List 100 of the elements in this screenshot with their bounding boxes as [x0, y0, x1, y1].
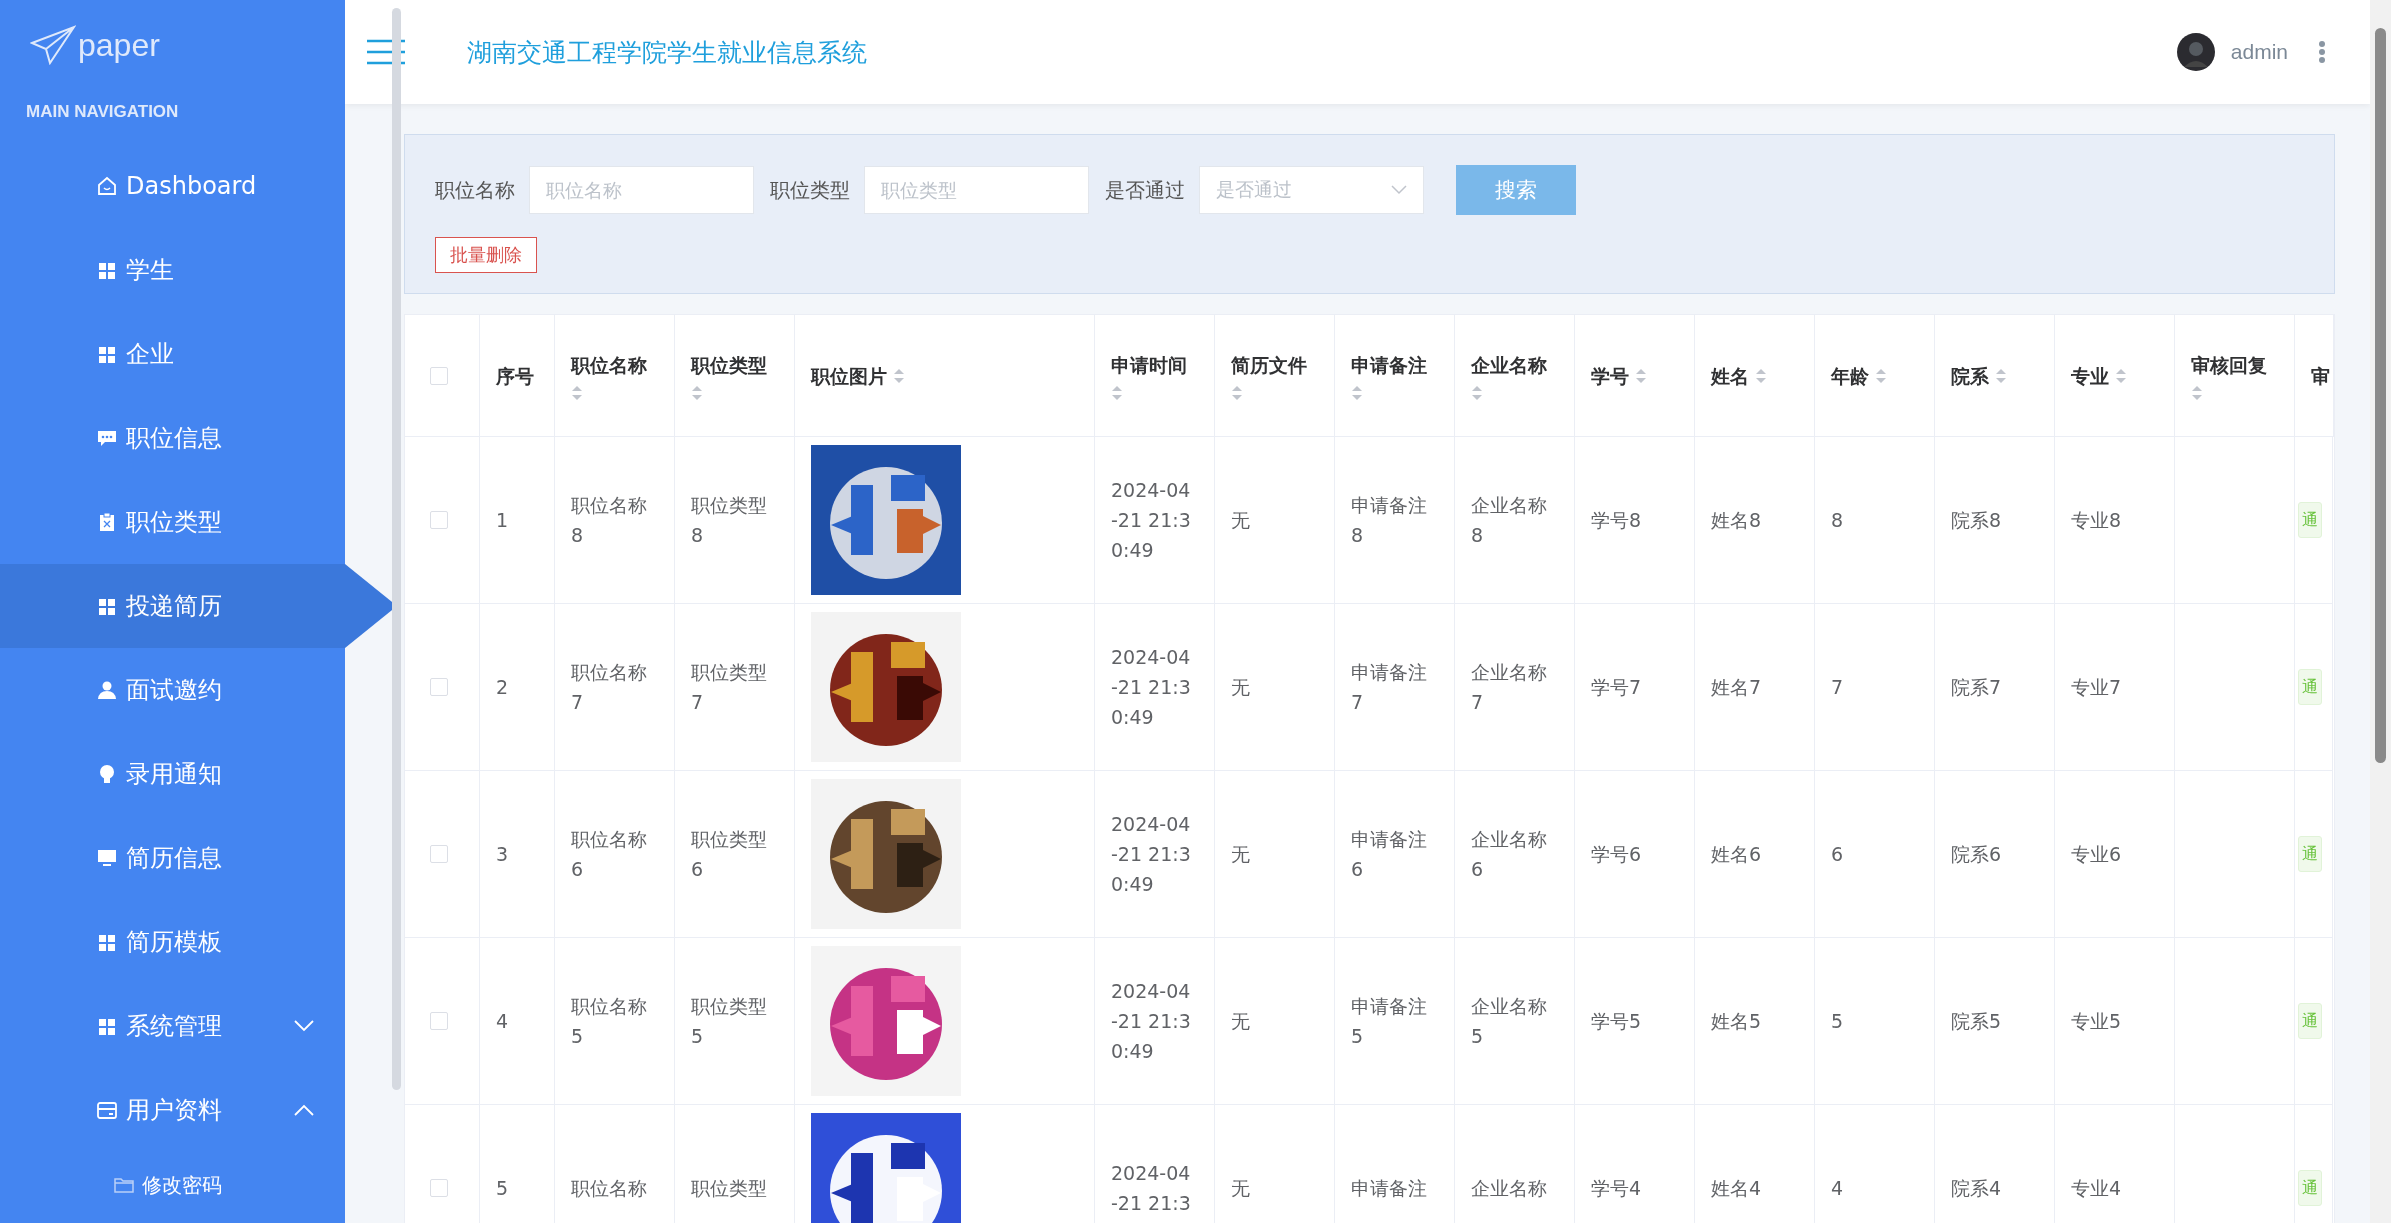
table-cell-text: 院系4 — [1951, 1176, 2002, 1201]
table-cell-text: 企业名称6 — [1471, 827, 1548, 882]
sort-icon[interactable] — [2115, 366, 2127, 385]
sidebar-item[interactable]: 系统管理 — [0, 984, 345, 1068]
sidebar-item[interactable]: Dashboard — [0, 144, 345, 228]
table-cell-text: 专业4 — [2071, 1176, 2122, 1201]
table-cell-text: 职位名称6 — [571, 827, 648, 882]
checkbox[interactable] — [430, 366, 448, 385]
sort-icon[interactable] — [1231, 383, 1243, 402]
sort-icon[interactable] — [571, 383, 583, 402]
checkbox[interactable] — [430, 1012, 448, 1030]
table-cell-text: 申请备注5 — [1351, 994, 1428, 1049]
table-cell-text: 职位类型 — [691, 1176, 767, 1201]
avatar[interactable] — [2176, 33, 2215, 71]
input-field[interactable]: 职位类型 — [864, 166, 1089, 214]
sidebar-item[interactable]: 面试邀约 — [0, 648, 345, 732]
column-header: 职位类型 — [691, 352, 767, 378]
sort-icon[interactable] — [1875, 366, 1887, 385]
table-cell-text: 6 — [1831, 842, 1844, 867]
status-tag: 通 — [2298, 1003, 2322, 1039]
table-cell-text: 企业名称5 — [1471, 994, 1548, 1049]
table-cell-text: 企业名称7 — [1471, 660, 1548, 715]
table-cell-text: 5 — [496, 1176, 509, 1201]
sort-icon[interactable] — [893, 366, 905, 385]
table-cell-text: 职位名称7 — [571, 660, 648, 715]
logo-text: paper — [78, 26, 160, 64]
sort-icon[interactable] — [1755, 366, 1767, 385]
table-cell-text: 职位类型8 — [691, 493, 768, 548]
more-icon[interactable] — [2318, 40, 2326, 64]
sort-icon[interactable] — [1995, 366, 2007, 385]
table-cell-text: 申请备注7 — [1351, 660, 1428, 715]
table-cell-text: 学号5 — [1591, 1009, 1642, 1034]
sidebar-item[interactable]: 职位信息 — [0, 396, 345, 480]
field-label: 职位名称 — [435, 176, 515, 204]
checkbox[interactable] — [430, 678, 448, 696]
input-field[interactable]: 职位名称 — [529, 166, 754, 214]
sidebar-scrollbar[interactable] — [392, 8, 401, 1090]
sort-icon[interactable] — [2191, 383, 2203, 402]
table-cell-text: 院系5 — [1951, 1009, 2002, 1034]
table-cell-text: 2024-04-21 21:30:49 — [1111, 645, 1192, 730]
column-header: 审核回复 — [2191, 352, 2267, 378]
status-tag: 通 — [2298, 1170, 2322, 1206]
column-header: 姓名 — [1711, 363, 1749, 389]
sort-icon[interactable] — [1471, 383, 1483, 402]
app-title: 湖南交通工程学院学生就业信息系统 — [467, 36, 868, 69]
table-cell-text: 3 — [496, 842, 509, 867]
table-cell-text: 专业7 — [2071, 675, 2122, 700]
chevron-down-icon — [293, 1019, 315, 1033]
search-button[interactable]: 搜索 — [1456, 165, 1576, 215]
column-header: 年龄 — [1831, 363, 1869, 389]
checkbox[interactable] — [430, 1179, 448, 1197]
sidebar-item[interactable]: 简历模板 — [0, 900, 345, 984]
sort-icon[interactable] — [1635, 366, 1647, 385]
column-header: 审 — [2311, 363, 2330, 389]
batch-delete-button[interactable]: 批量删除 — [435, 237, 537, 273]
table-cell-text: 职位类型6 — [691, 827, 768, 882]
table-cell-text: 专业8 — [2071, 508, 2122, 533]
status-tag: 通 — [2298, 669, 2322, 705]
table-cell-text: 无 — [1231, 1009, 1250, 1034]
sidebar-item[interactable]: 录用通知 — [0, 732, 345, 816]
menu-icon[interactable] — [367, 39, 405, 65]
table-cell-text: 职位类型5 — [691, 994, 768, 1049]
column-header: 院系 — [1951, 363, 1989, 389]
section-title: MAIN NAVIGATION — [25, 101, 180, 123]
column-header: 序号 — [496, 363, 534, 389]
home-icon — [96, 175, 118, 197]
table-cell-text: 申请备注8 — [1351, 493, 1428, 548]
table-cell-text: 企业名称8 — [1471, 493, 1548, 548]
select-field[interactable]: 是否通过 — [1199, 166, 1424, 214]
sort-icon[interactable] — [1111, 383, 1123, 402]
sidebar-item[interactable]: 简历信息 — [0, 816, 345, 900]
table-cell-text: 4 — [496, 1009, 509, 1034]
table-cell-text: 7 — [1831, 675, 1844, 700]
sidebar-item[interactable]: 用户资料 — [0, 1068, 345, 1152]
user-name[interactable]: admin — [2230, 40, 2288, 64]
checkbox[interactable] — [430, 845, 448, 863]
sidebar-item[interactable]: 职位类型 — [0, 480, 345, 564]
table-cell-text: 职位类型7 — [691, 660, 768, 715]
column-header: 企业名称 — [1471, 352, 1547, 378]
table-cell-text: 无 — [1231, 675, 1250, 700]
page-scrollbar[interactable] — [2370, 0, 2391, 1223]
sidebar-item[interactable]: 企业 — [0, 312, 345, 396]
sidebar-subitem[interactable]: 修改密码 — [0, 1152, 345, 1218]
table-cell-text: 学号4 — [1591, 1176, 1642, 1201]
table-cell-text: 无 — [1231, 508, 1250, 533]
sidebar-item[interactable]: 学生 — [0, 228, 345, 312]
table-cell-text: 2024-04-21 21:30:49 — [1111, 812, 1192, 897]
table-cell-text: 2024-04-21 21:3 — [1111, 1161, 1192, 1216]
table-cell-text: 院系7 — [1951, 675, 2002, 700]
table-cell-text: 学号6 — [1591, 842, 1642, 867]
checkbox[interactable] — [430, 511, 448, 529]
chevron-down-icon — [1391, 185, 1407, 195]
table-cell-text: 职位名称 — [571, 1176, 647, 1201]
sort-icon[interactable] — [691, 383, 703, 402]
sort-icon[interactable] — [1351, 383, 1363, 402]
table-cell-text: 姓名5 — [1711, 1009, 1762, 1034]
table-cell-text: 5 — [1831, 1009, 1844, 1034]
column-header: 职位图片 — [811, 363, 887, 389]
column-header: 专业 — [2071, 363, 2109, 389]
chevron-up-icon — [293, 1103, 315, 1117]
